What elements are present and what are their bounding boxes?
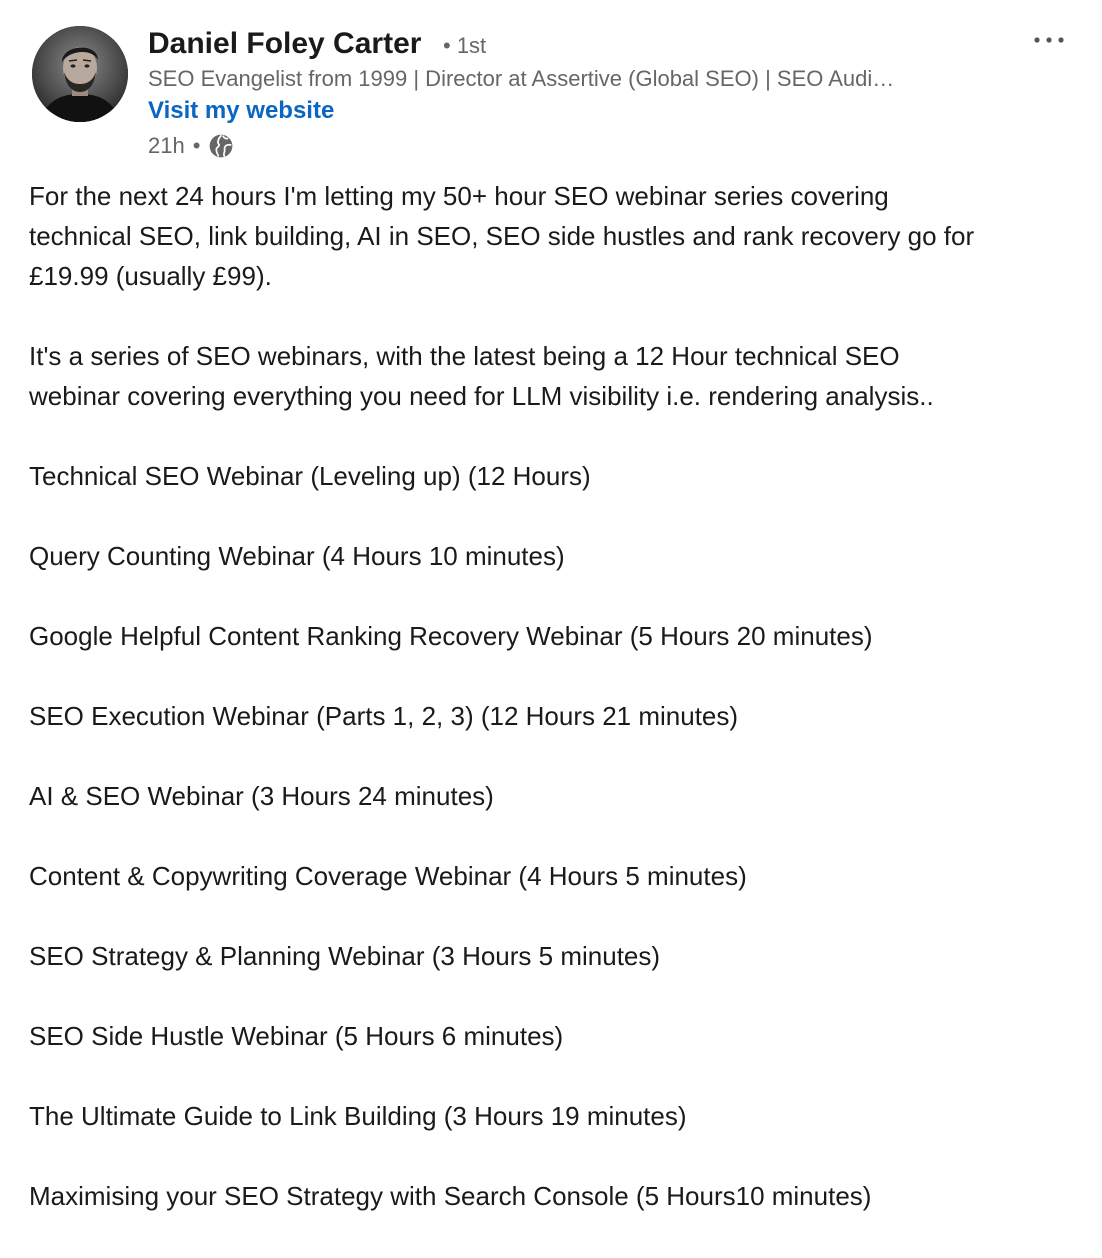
visit-website-link[interactable]: Visit my website: [148, 96, 334, 126]
author-name[interactable]: Daniel Foley Carter: [148, 26, 421, 62]
webinar-item: SEO Strategy & Planning Webinar (3 Hours…: [29, 941, 661, 971]
webinar-item: SEO Execution Webinar (Parts 1, 2, 3) (1…: [29, 701, 739, 731]
post-intro-line: £19.99 (usually £99).: [29, 261, 272, 291]
webinar-item: Technical SEO Webinar (Leveling up) (12 …: [29, 461, 591, 491]
post-intro-line: For the next 24 hours I'm letting my 50+…: [29, 181, 889, 211]
webinar-item: Content & Copywriting Coverage Webinar (…: [29, 861, 747, 891]
post-time: 21h: [148, 133, 185, 158]
globe-icon: [208, 133, 234, 159]
post-intro: For the next 24 hours I'm letting my 50+…: [29, 176, 1079, 296]
author-headline: SEO Evangelist from 1999 | Director at A…: [148, 66, 895, 91]
webinar-item: Maximising your SEO Strategy with Search…: [29, 1181, 872, 1211]
post-description-line: It's a series of SEO webinars, with the …: [29, 341, 900, 371]
webinar-item: SEO Side Hustle Webinar (5 Hours 6 minut…: [29, 1021, 564, 1051]
post-meta: 21h •: [148, 131, 234, 161]
post-intro-line: technical SEO, link building, AI in SEO,…: [29, 221, 975, 251]
post-body: For the next 24 hours I'm letting my 50+…: [29, 176, 1079, 1216]
webinar-item: Query Counting Webinar (4 Hours 10 minut…: [29, 541, 565, 571]
more-options-icon: [1034, 37, 1064, 43]
feed-post: Daniel Foley Carter • 1st SEO Evangelist…: [0, 0, 1102, 1258]
connection-degree: • 1st: [443, 33, 487, 58]
webinar-item: Google Helpful Content Ranking Recovery …: [29, 621, 873, 651]
more-options-button[interactable]: [1026, 22, 1072, 58]
meta-separator: •: [192, 133, 201, 158]
avatar-photo: [32, 26, 128, 122]
webinar-item: The Ultimate Guide to Link Building (3 H…: [29, 1101, 687, 1131]
author-avatar[interactable]: [32, 26, 128, 122]
webinar-item: AI & SEO Webinar (3 Hours 24 minutes): [29, 781, 494, 811]
post-description-line: webinar covering everything you need for…: [29, 381, 934, 411]
post-description: It's a series of SEO webinars, with the …: [29, 336, 1079, 416]
